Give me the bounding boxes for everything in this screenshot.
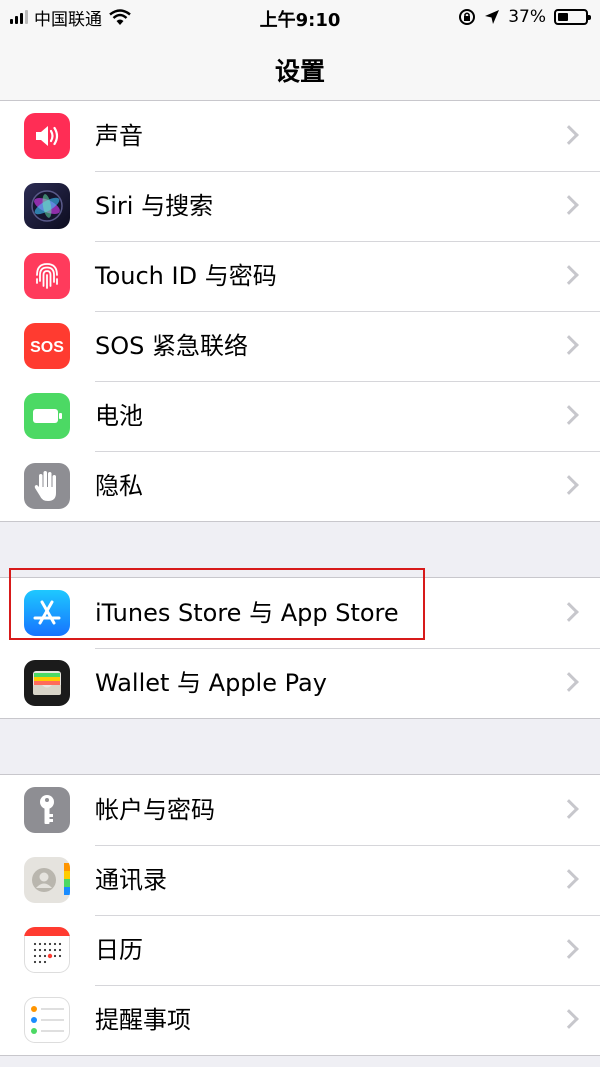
nav-bar: 设置 — [0, 36, 600, 103]
chevron-right-icon — [559, 602, 579, 622]
settings-row-reminders[interactable]: 提醒事项 — [0, 985, 600, 1055]
orientation-lock-icon — [459, 9, 476, 25]
settings-row-calendar[interactable]: 日历 — [0, 915, 600, 985]
chevron-right-icon — [559, 672, 579, 692]
contacts-icon — [24, 857, 70, 903]
chevron-right-icon — [559, 869, 579, 889]
settings-row-label: Siri 与搜索 — [95, 192, 214, 220]
highlight-box — [9, 568, 425, 640]
wallet-icon — [24, 660, 70, 706]
settings-row-contacts[interactable]: 通讯录 — [0, 845, 600, 915]
chevron-right-icon — [559, 265, 579, 285]
battery-icon — [24, 393, 70, 439]
settings-row-battery[interactable]: 电池 — [0, 381, 600, 451]
reminders-icon — [24, 997, 70, 1043]
settings-row-accounts-passwords[interactable]: 帐户与密码 — [0, 775, 600, 845]
settings-row-label: SOS 紧急联络 — [95, 332, 248, 360]
sos-icon: SOS — [24, 323, 70, 369]
settings-row-label: 声音 — [95, 122, 143, 150]
chevron-right-icon — [559, 195, 579, 215]
calendar-icon — [24, 927, 70, 973]
settings-row-label: 通讯录 — [95, 866, 167, 894]
settings-group-3: 帐户与密码 通讯录 日历 提醒事项 — [0, 774, 600, 1056]
settings-row-label: 帐户与密码 — [95, 796, 215, 824]
chevron-right-icon — [559, 939, 579, 959]
battery-status-icon — [554, 9, 591, 25]
settings-row-label: Touch ID 与密码 — [95, 262, 277, 290]
chevron-right-icon — [559, 125, 579, 145]
chevron-right-icon — [559, 1009, 579, 1029]
fingerprint-icon — [24, 253, 70, 299]
settings-row-label: 电池 — [95, 402, 143, 430]
chevron-right-icon — [559, 405, 579, 425]
hand-icon — [24, 463, 70, 509]
settings-row-touch-id[interactable]: Touch ID 与密码 — [0, 241, 600, 311]
settings-row-sounds[interactable]: 声音 — [0, 101, 600, 171]
chevron-right-icon — [559, 335, 579, 355]
chevron-right-icon — [559, 475, 579, 495]
settings-row-privacy[interactable]: 隐私 — [0, 451, 600, 521]
key-icon — [24, 787, 70, 833]
siri-icon — [24, 183, 70, 229]
settings-row-emergency-sos[interactable]: SOS SOS 紧急联络 — [0, 311, 600, 381]
chevron-right-icon — [559, 799, 579, 819]
settings-row-label: 提醒事项 — [95, 1006, 191, 1034]
status-bar: 中国联通 上午9:10 37% — [0, 0, 600, 36]
battery-percent: 37% — [508, 7, 546, 27]
page-title: 设置 — [274, 57, 325, 86]
settings-row-label: 隐私 — [95, 472, 143, 500]
status-bar-right: 37% — [458, 6, 591, 28]
settings-row-siri[interactable]: Siri 与搜索 — [0, 171, 600, 241]
svg-text:SOS: SOS — [30, 339, 64, 356]
settings-row-wallet[interactable]: Wallet 与 Apple Pay — [0, 648, 600, 718]
settings-group-1: 声音 Siri 与搜索 Touch ID 与密码 SOS SOS 紧急联络 电池… — [0, 100, 600, 522]
settings-row-label: 日历 — [95, 936, 143, 964]
settings-row-label: Wallet 与 Apple Pay — [95, 669, 327, 697]
location-icon — [485, 10, 500, 24]
speaker-icon — [24, 113, 70, 159]
